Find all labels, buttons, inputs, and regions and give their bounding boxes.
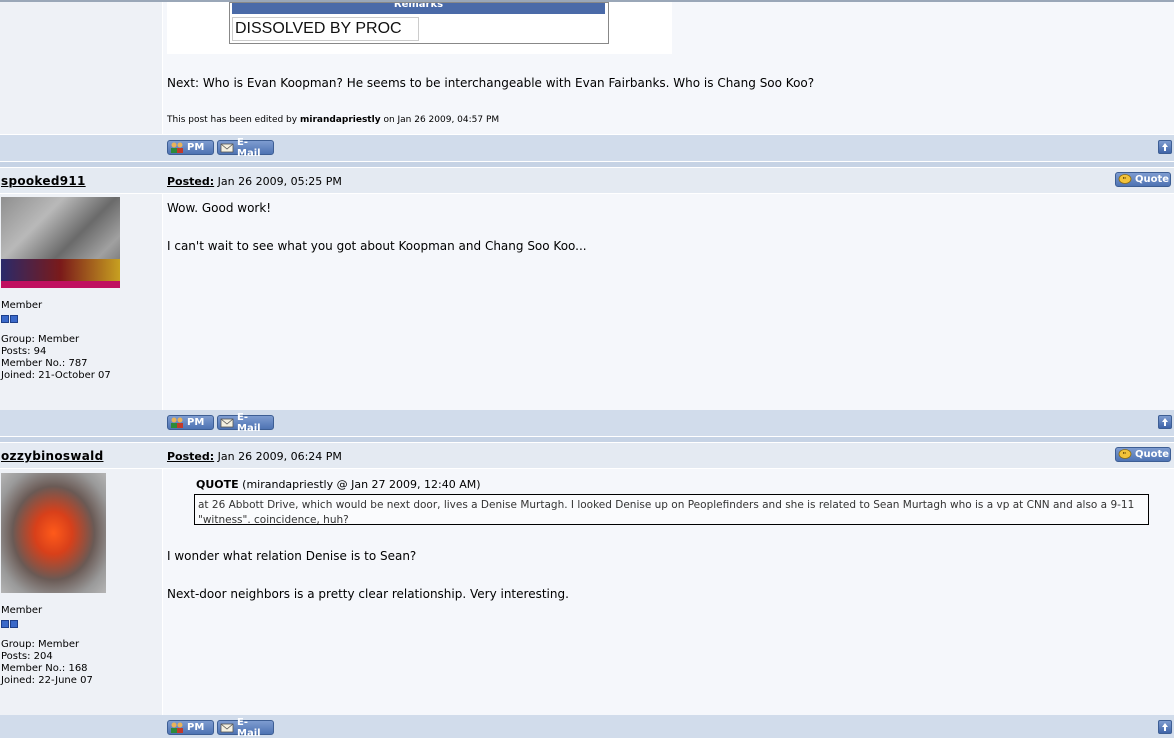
users-icon (170, 417, 184, 428)
email-label: E-Mail (237, 716, 261, 739)
quote-heading: QUOTE (mirandapriestly @ Jan 27 2009, 12… (196, 478, 481, 491)
posted-line: Posted: Jan 26 2009, 05:25 PM (167, 175, 342, 188)
pm-button[interactable]: PM (167, 720, 214, 735)
top-post-left-panel (0, 0, 162, 134)
top-post-text: Next: Who is Evan Koopman? He seems to b… (167, 76, 815, 90)
avatar-banner (1, 259, 120, 281)
pm-label: PM (187, 142, 205, 153)
quote-label-text: QUOTE (196, 478, 239, 491)
edit-notice: This post has been edited by mirandaprie… (167, 115, 499, 125)
svg-text:": " (1123, 451, 1127, 459)
posted-date: Jan 26 2009, 06:24 PM (217, 450, 342, 463)
member-group: Group: Member (1, 334, 80, 345)
member-rank: Member (1, 300, 43, 311)
post-text-line: I wonder what relation Denise is to Sean… (167, 549, 417, 563)
scroll-top-icon[interactable] (1158, 415, 1172, 429)
quote-button[interactable]: " Quote (1115, 447, 1171, 462)
envelope-icon (220, 417, 234, 428)
member-joined: Joined: 22-June 07 (1, 675, 93, 686)
posted-label: Posted: (167, 175, 215, 188)
pm-button[interactable]: PM (167, 415, 214, 430)
post-text-line: Wow. Good work! (167, 201, 272, 215)
member-number: Member No.: 787 (1, 358, 88, 369)
speech-bubble-icon: " (1118, 174, 1132, 185)
member-group: Group: Member (1, 639, 80, 650)
posted-date: Jan 26 2009, 05:25 PM (217, 175, 342, 188)
avatar (1, 197, 120, 288)
remarks-value-text: DISSOLVED BY PROC (235, 20, 402, 37)
rank-pips (1, 617, 19, 631)
svg-text:": " (1123, 176, 1127, 184)
remarks-table: Remarks DISSOLVED BY PROC (229, 2, 609, 44)
edit-user[interactable]: mirandapriestly (300, 115, 381, 125)
rank-pips (1, 312, 19, 326)
speech-bubble-icon: " (1118, 449, 1132, 460)
edit-suffix: on Jan 26 2009, 04:57 PM (383, 115, 500, 125)
envelope-icon (220, 142, 234, 153)
pm-button[interactable]: PM (167, 140, 214, 155)
posted-line: Posted: Jan 26 2009, 06:24 PM (167, 450, 342, 463)
email-button[interactable]: E-Mail (217, 137, 274, 159)
post-text-line: Next-door neighbors is a pretty clear re… (167, 587, 569, 601)
envelope-icon (220, 722, 234, 733)
email-label: E-Mail (237, 411, 261, 434)
email-button[interactable]: E-Mail (217, 717, 274, 739)
post-body (163, 194, 1174, 410)
pm-label: PM (187, 722, 205, 733)
avatar (1, 473, 106, 593)
quote-source: (mirandapriestly @ Jan 27 2009, 12:40 AM… (242, 478, 481, 491)
remarks-header: Remarks (232, 3, 605, 14)
post-text-line: I can't wait to see what you got about K… (167, 239, 587, 253)
quote-button[interactable]: " Quote (1115, 172, 1171, 187)
scroll-top-icon[interactable] (1158, 720, 1172, 734)
edit-prefix: This post has been edited by (167, 115, 298, 125)
member-posts: Posts: 204 (1, 651, 53, 662)
users-icon (170, 142, 184, 153)
member-rank: Member (1, 605, 43, 616)
embedded-image: Remarks DISSOLVED BY PROC (167, 2, 672, 54)
divider (0, 437, 1174, 442)
member-number: Member No.: 168 (1, 663, 88, 674)
member-joined: Joined: 21-October 07 (1, 370, 111, 381)
quote-label: Quote (1135, 174, 1170, 185)
remarks-value: DISSOLVED BY PROC (232, 17, 419, 41)
quote-box: at 26 Abbott Drive, which would be next … (194, 494, 1149, 526)
quote-label: Quote (1135, 449, 1170, 460)
scroll-top-icon[interactable] (1158, 140, 1172, 154)
username-link[interactable]: ozzybinoswald (1, 449, 103, 463)
divider (0, 162, 1174, 167)
email-button[interactable]: E-Mail (217, 412, 274, 434)
avatar-strip (1, 281, 120, 288)
posted-label: Posted: (167, 450, 215, 463)
quote-text: at 26 Abbott Drive, which would be next … (198, 499, 1135, 526)
email-label: E-Mail (237, 136, 261, 159)
users-icon (170, 722, 184, 733)
member-posts: Posts: 94 (1, 346, 47, 357)
username-link[interactable]: spooked911 (1, 174, 86, 188)
pm-label: PM (187, 417, 205, 428)
